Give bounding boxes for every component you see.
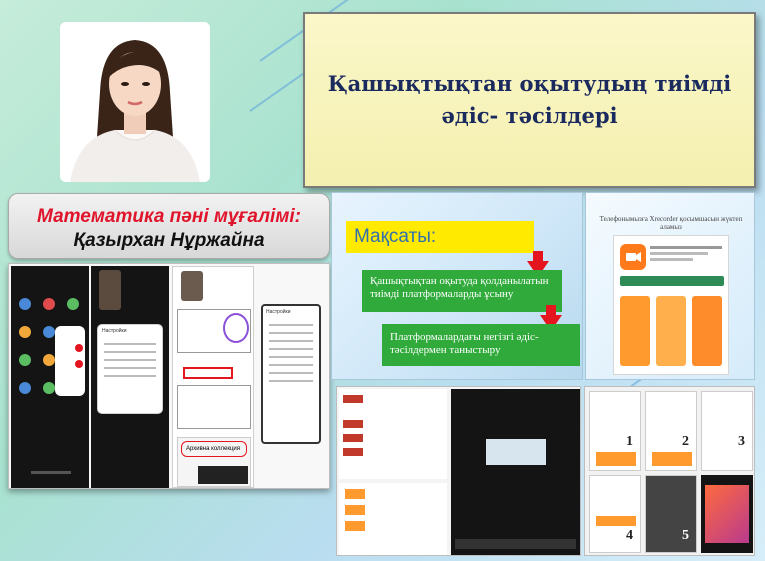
step-screenshot-1: 1 (589, 391, 641, 471)
step-screenshot-2: 2 (645, 391, 697, 471)
video-frame (486, 439, 546, 465)
app-grid-icon (19, 298, 85, 474)
xrecorder-caption: Телефонымызға Xrecorder қосымшасын жүкте… (599, 215, 743, 231)
step-number: 4 (626, 528, 633, 543)
xrecorder-app-icon (620, 244, 646, 270)
phone-screenshot-home (11, 266, 89, 488)
recording-screenshots (336, 386, 581, 556)
goal-item-1: Қашықтықтан оқытуда қолданылатын тиімді … (362, 270, 562, 312)
step-screenshot-6 (701, 475, 753, 553)
video-camera-icon (626, 252, 641, 262)
step-number: 3 (738, 434, 745, 449)
toolbar-strip (198, 466, 248, 484)
archive-banner: Архивна коллекция (177, 437, 251, 487)
video-thumbnail (99, 270, 121, 310)
goals-heading: Мақсаты: (354, 226, 437, 247)
video-thumbnail (181, 271, 203, 301)
step-screenshot-5: 5 (645, 475, 697, 553)
app-screenshots-collage: Настройки Архивна коллекция Настройки (8, 263, 330, 489)
red-highlight-box (183, 367, 233, 379)
portrait-photo (60, 22, 210, 182)
goals-heading-bar: Мақсаты: (346, 221, 534, 253)
settings-panel-title: Настройки (266, 309, 291, 315)
store-listing-card (613, 235, 729, 375)
step-highlight (596, 516, 636, 526)
archive-banner-text: Архивна коллекция (181, 441, 247, 457)
wallpaper (705, 485, 749, 543)
step-highlight (652, 452, 692, 466)
goals-slide: Мақсаты: Қашықтықтан оқытуда қолданылаты… (331, 192, 583, 380)
settings-panel-screenshot: Настройки (261, 304, 321, 444)
preview-screenshot (620, 296, 650, 366)
video-player-screenshot (451, 389, 580, 555)
phone-screenshot-settings: Настройки (91, 266, 169, 488)
step-screenshot-4: 4 (589, 475, 641, 553)
slide-title: Қашықтықтан оқытудың тиімді әдіс- тәсілд… (327, 71, 732, 128)
xrecorder-slide: Телефонымызға Xrecorder қосымшасын жүкте… (585, 192, 755, 380)
goal-item-2: Платформалардағы негізгі әдіс-тәсілдерме… (382, 324, 580, 366)
step-number: 5 (682, 528, 689, 543)
step-screenshot-3: 3 (701, 391, 753, 471)
step-number: 1 (626, 434, 633, 449)
document-screenshot: Архивна коллекция (172, 266, 254, 488)
table-lines (177, 385, 251, 429)
step-highlight (596, 452, 636, 466)
listing-text-lines (650, 246, 722, 261)
settings-title: Настройки (102, 328, 127, 334)
teacher-role: Математика пәні мұғалімі: (37, 206, 301, 227)
teacher-name: Қазырхан Нұржайна (73, 230, 265, 251)
circle-highlight (223, 313, 249, 343)
timeline-strip (455, 539, 576, 549)
settings-popup: Настройки (97, 324, 163, 414)
step-number: 2 (682, 434, 689, 449)
preview-screenshot (656, 296, 686, 366)
tools-screenshot (339, 483, 447, 555)
slide-title-box: Қашықтықтан оқытудың тиімді әдіс- тәсілд… (303, 12, 756, 188)
steps-screenshots: 1 2 3 4 5 (584, 386, 755, 556)
preview-screenshot (692, 296, 722, 366)
install-button (620, 276, 724, 286)
teacher-label: Математика пәні мұғалімі: Қазырхан Нұржа… (8, 193, 330, 259)
video-list-screenshot (339, 389, 447, 479)
teacher-portrait (60, 22, 210, 182)
